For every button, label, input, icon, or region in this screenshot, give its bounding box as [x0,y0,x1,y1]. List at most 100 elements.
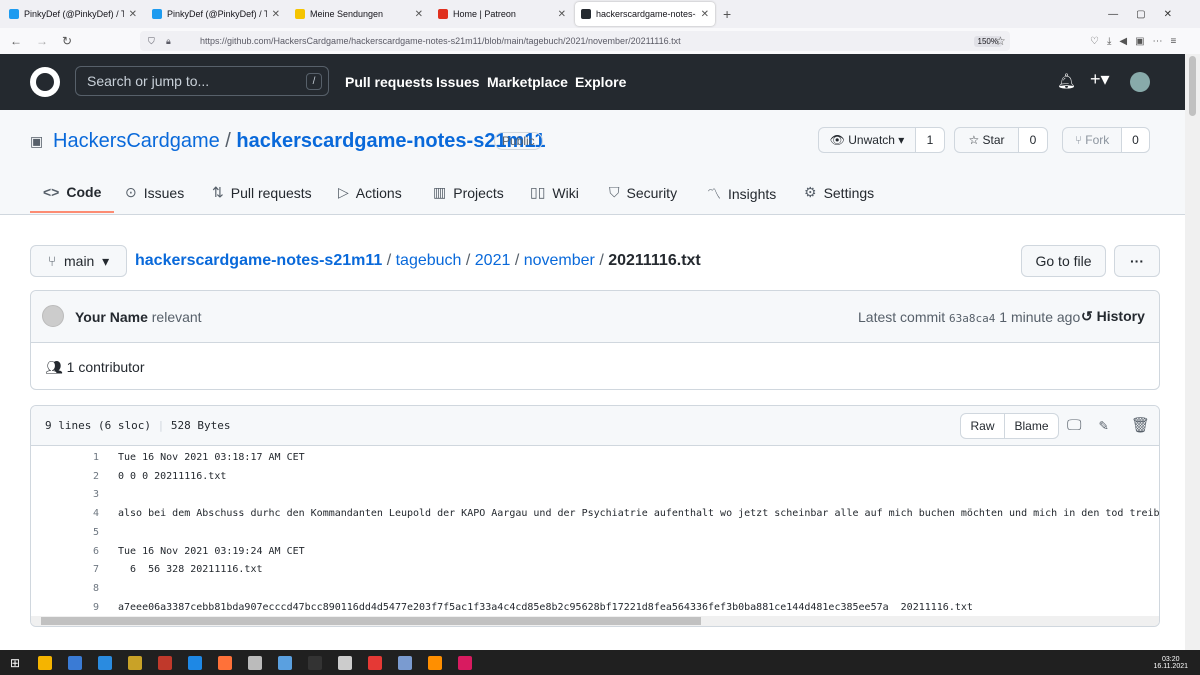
tab-insights[interactable]: 〽 Insights [707,184,776,204]
url-input[interactable]: ⛉ 🔒︎ https://github.com/HackersCardgame/… [140,31,1010,51]
tab-code[interactable]: <> Code [43,184,101,200]
desktop-icon[interactable]: 🖵︎ [1067,416,1081,434]
clock-time[interactable]: 03:20 [1153,656,1188,663]
pencil-icon[interactable]: ✎ [1099,416,1108,434]
line-number[interactable]: 8 [61,583,99,594]
taskbar-app-icon[interactable] [398,655,413,670]
line-number[interactable]: 1 [61,452,99,463]
close-tab-icon[interactable]: ✕ [558,9,566,20]
commit-message[interactable]: relevant [152,309,202,325]
taskbar-app-icon[interactable] [68,655,83,670]
commit-sha[interactable]: 63a8ca4 [949,312,995,325]
taskbar-app-icon[interactable] [128,655,143,670]
new-tab-button[interactable]: + [723,6,731,22]
windows-start-icon[interactable]: ⊞ [10,656,20,670]
taskbar-app-icon[interactable] [458,655,473,670]
forward-icon[interactable]: → [36,34,48,48]
avatar[interactable] [1130,72,1150,92]
create-new-icon[interactable]: +▾ [1090,69,1110,90]
line-number[interactable]: 5 [61,527,99,538]
line-number[interactable]: 4 [61,508,99,519]
page-scrollbar[interactable] [1185,54,1200,650]
reload-icon[interactable]: ↻ [62,34,72,48]
tab-wiki[interactable]: ▯▯ Wiki [530,184,579,201]
code-icon: <> [43,184,60,200]
unwatch-button[interactable]: 👁︎ Unwatch ▾ [818,127,916,153]
go-to-file-button[interactable]: Go to file [1021,245,1106,277]
window-controls[interactable]: —▢✕ [1108,9,1190,20]
nav-explore[interactable]: Explore [575,74,626,90]
favicon-icon [295,9,305,19]
branch-select[interactable]: ⑂ main ▾ [30,245,127,277]
star-button[interactable]: ☆ Star [954,127,1019,153]
breadcrumb-folder[interactable]: tagebuch [396,252,462,269]
watch-count[interactable]: 1 [915,127,945,153]
line-number[interactable]: 2 [61,471,99,482]
nav-marketplace[interactable]: Marketplace [487,74,568,90]
tab-pull-requests[interactable]: ⇅ Pull requests [212,184,312,201]
back-icon[interactable]: ← [10,34,22,48]
bell-icon[interactable]: 🔔︎ [1057,72,1076,90]
close-tab-icon[interactable]: ✕ [701,9,709,20]
close-tab-icon[interactable]: ✕ [415,9,423,20]
breadcrumb-repo[interactable]: hackerscardgame-notes-s21m11 [135,252,382,269]
extensions-icons[interactable]: ♡⤓◀▣⋯≡ [1090,36,1184,47]
file-size: 528 Bytes [170,419,231,432]
taskbar-app-icon[interactable] [158,655,173,670]
raw-button[interactable]: Raw [960,413,1005,439]
file-viewer: 9 lines (6 sloc) | 528 Bytes Raw Blame 🖵… [30,405,1160,627]
favicon-icon [581,9,591,19]
code-line: a7eee06a3387cebb81bda907ecccd47bcc890116… [118,601,973,613]
browser-tab[interactable]: Home | Patreon ✕ [432,2,572,26]
close-tab-icon[interactable]: ✕ [272,9,280,20]
tab-title: PinkyDef (@PinkyDef) / Twitter [24,9,124,19]
search-input[interactable]: Search or jump to... / [75,66,329,96]
close-tab-icon[interactable]: ✕ [129,9,137,20]
contributors-count[interactable]: 1 contributor [67,359,145,375]
tab-actions[interactable]: ▷ Actions [338,184,402,201]
taskbar-app-icon[interactable] [248,655,263,670]
nav-pull-requests[interactable]: Pull requests [345,74,433,90]
tab-settings[interactable]: ⚙ Settings [804,184,874,201]
taskbar-app-icon[interactable] [428,655,443,670]
trash-icon[interactable]: 🗑︎ [1131,416,1150,434]
star-count[interactable]: 0 [1018,127,1048,153]
code-line: 0 0 0 20211116.txt [118,470,227,482]
browser-tab[interactable]: PinkyDef (@PinkyDef) / Twitter ✕ [146,2,286,26]
taskbar-app-icon[interactable] [368,655,383,670]
taskbar-app-icon[interactable] [338,655,353,670]
code-line: Tue 16 Nov 2021 03:19:24 AM CET [118,545,305,557]
taskbar-app-icon[interactable] [38,655,53,670]
visibility-badge: Public [494,132,543,150]
blame-button[interactable]: Blame [1004,413,1059,439]
taskbar-app-icon[interactable] [308,655,323,670]
line-number[interactable]: 9 [61,602,99,613]
history-link[interactable]: ↺ History [1081,308,1145,325]
line-number[interactable]: 7 [61,564,99,575]
github-logo-icon[interactable] [30,67,60,97]
tab-security[interactable]: ⛉ Security [609,184,677,201]
fork-button[interactable]: ⑂ Fork [1062,127,1122,153]
horizontal-scrollbar[interactable] [31,616,1159,626]
clock-date[interactable]: 16.11.2021 [1153,663,1188,670]
browser-tab[interactable]: Meine Sendungen ✕ [289,2,429,26]
taskbar-app-icon[interactable] [188,655,203,670]
author-name[interactable]: Your Name [75,309,148,325]
more-options-button[interactable]: ··· [1114,245,1160,277]
line-number[interactable]: 3 [61,489,99,500]
line-number[interactable]: 6 [61,546,99,557]
breadcrumb-folder[interactable]: 2021 [475,252,511,269]
tab-issues[interactable]: ⊙ Issues [125,184,184,201]
browser-tab[interactable]: hackerscardgame-notes-s21m11 ✕ [575,2,715,26]
tab-projects[interactable]: ▥ Projects [433,184,504,201]
fork-count[interactable]: 0 [1121,127,1150,153]
browser-tab[interactable]: PinkyDef (@PinkyDef) / Twitter ✕ [3,2,143,26]
breadcrumb-folder[interactable]: november [524,252,595,269]
taskbar-app-icon[interactable] [98,655,113,670]
taskbar-app-icon[interactable] [278,655,293,670]
nav-issues[interactable]: Issues [436,74,480,90]
taskbar-app-icon[interactable] [218,655,233,670]
bookmark-star-icon[interactable]: ☆ [995,34,1006,48]
repo-owner-link[interactable]: HackersCardgame [53,130,220,152]
code-line: Tue 16 Nov 2021 03:18:17 AM CET [118,452,305,463]
